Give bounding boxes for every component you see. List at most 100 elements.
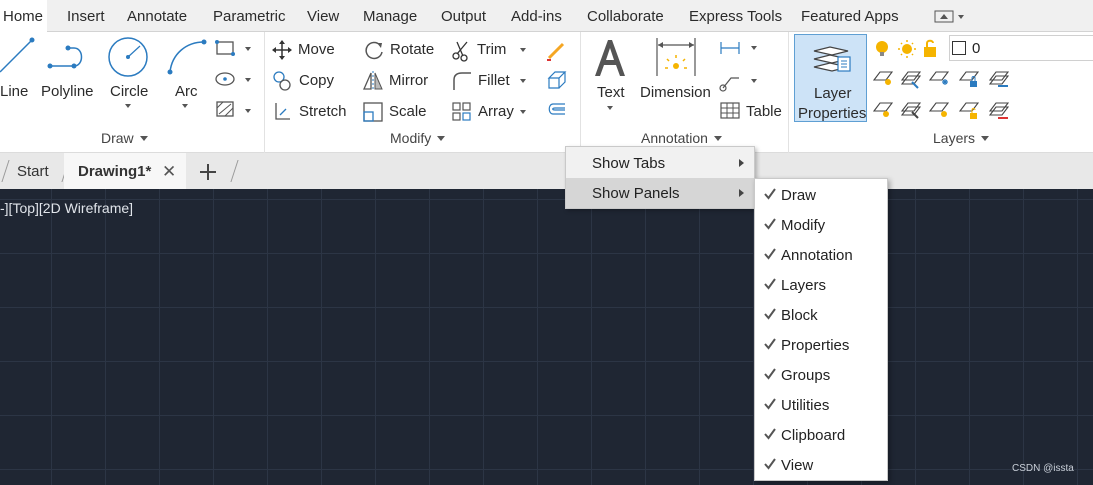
chevron-right-icon (739, 189, 748, 197)
tab-view[interactable]: View (307, 0, 339, 32)
polyline-label[interactable]: Polyline (41, 84, 94, 100)
trim-dropdown[interactable] (520, 48, 526, 55)
text-icon[interactable] (592, 38, 628, 78)
close-icon[interactable]: ✕ (162, 153, 176, 190)
panel-divider (580, 32, 581, 153)
arc-tool[interactable] (166, 38, 208, 76)
fillet-dropdown[interactable] (520, 79, 526, 86)
menu-item-show-tabs[interactable]: Show Tabs (566, 148, 754, 178)
trim-button[interactable]: Trim (477, 42, 506, 58)
annotation-panel-title[interactable]: Annotation (641, 130, 722, 146)
submenu-item-label: Layers (781, 277, 827, 294)
move-icon[interactable] (272, 40, 292, 60)
fillet-icon[interactable] (451, 70, 473, 92)
rectangle-tool[interactable] (214, 38, 254, 128)
layers-panel-title[interactable]: Layers (933, 130, 990, 146)
polyline-tool[interactable] (44, 40, 88, 74)
layer-stack-icon (813, 46, 851, 72)
text-dropdown[interactable] (607, 106, 613, 113)
dimension-icon[interactable] (654, 36, 698, 80)
viewport-controls[interactable]: -][Top][2D Wireframe] (0, 200, 133, 216)
drawing-canvas[interactable] (0, 189, 1093, 485)
tab-insert[interactable]: Insert (67, 0, 105, 32)
panel-divider (264, 32, 265, 153)
line-tool[interactable] (0, 36, 40, 76)
tab-separator (1, 160, 10, 182)
mirror-button[interactable]: Mirror (389, 73, 428, 89)
stretch-icon[interactable] (272, 101, 294, 123)
tab-express-tools[interactable]: Express Tools (689, 0, 782, 32)
erase-offset-icons (547, 42, 567, 115)
plus-icon (200, 164, 216, 180)
array-button[interactable]: Array (478, 104, 514, 120)
layer-properties-button[interactable]: Layer Properties (794, 34, 867, 122)
drawing-tab[interactable]: Drawing1* ✕ (64, 153, 186, 189)
rotate-icon[interactable] (363, 40, 385, 62)
ribbon-panels: Line Polyline Circle Arc Draw Move Copy … (0, 32, 1093, 153)
checkmark-icon (764, 428, 776, 440)
line-label[interactable]: Line (0, 84, 28, 100)
circle-tool[interactable] (106, 36, 150, 78)
current-layer-name: 0 (972, 40, 981, 57)
submenu-item-groups[interactable]: Groups (755, 360, 887, 390)
tab-home[interactable]: Home (0, 0, 48, 33)
text-button[interactable]: Text (597, 85, 625, 101)
scale-icon[interactable] (362, 101, 384, 123)
tab-output[interactable]: Output (441, 0, 486, 32)
tab-annotate[interactable]: Annotate (127, 0, 187, 32)
submenu-item-utilities[interactable]: Utilities (755, 390, 887, 420)
array-dropdown[interactable] (520, 110, 526, 117)
submenu-item-label: Modify (781, 217, 826, 234)
submenu-item-block[interactable]: Block (755, 300, 887, 330)
fillet-button[interactable]: Fillet (478, 73, 510, 89)
tab-parametric[interactable]: Parametric (213, 0, 286, 32)
move-button[interactable]: Move (298, 42, 335, 58)
submenu-item-label: Groups (781, 367, 831, 384)
arc-label[interactable]: Arc (175, 84, 198, 100)
copy-button[interactable]: Copy (299, 73, 334, 89)
stretch-button[interactable]: Stretch (299, 104, 347, 120)
copy-icon[interactable] (272, 70, 294, 92)
trim-icon[interactable] (451, 40, 473, 62)
linear-dim-icon[interactable] (719, 38, 759, 98)
rotate-button[interactable]: Rotate (390, 42, 434, 58)
table-button[interactable]: Table (746, 104, 782, 120)
draw-panel-title[interactable]: Draw (101, 130, 148, 146)
chevron-down-icon (713, 136, 722, 145)
table-icon[interactable] (720, 102, 740, 120)
start-tab[interactable]: Start (17, 153, 49, 189)
annotation-panel-label: Annotation (641, 130, 708, 146)
layer-tools-grid[interactable] (872, 68, 1022, 126)
chevron-down-icon (139, 136, 148, 145)
scale-button[interactable]: Scale (389, 104, 427, 120)
submenu-item-modify[interactable]: Modify (755, 210, 887, 240)
submenu-item-label: View (781, 457, 814, 474)
tab-collaborate[interactable]: Collaborate (587, 0, 664, 32)
submenu-item-clipboard[interactable]: Clipboard (755, 420, 887, 450)
ribbon-minimize-button[interactable] (933, 10, 967, 24)
modify-panel-title[interactable]: Modify (390, 130, 446, 146)
mirror-icon[interactable] (362, 70, 384, 92)
tab-featured-apps[interactable]: Featured Apps (801, 0, 899, 32)
polyline-icon (47, 45, 83, 69)
tab-manage[interactable]: Manage (363, 0, 417, 32)
new-tab-button[interactable] (199, 163, 217, 181)
submenu-item-layers[interactable]: Layers (755, 270, 887, 300)
submenu-item-view[interactable]: View (755, 450, 887, 480)
submenu-item-properties[interactable]: Properties (755, 330, 887, 360)
submenu-item-annotation[interactable]: Annotation (755, 240, 887, 270)
circle-label[interactable]: Circle (110, 84, 148, 100)
circle-dropdown[interactable] (125, 104, 131, 111)
submenu-item-draw[interactable]: Draw (755, 180, 887, 210)
panel-toggle-icon (934, 10, 964, 23)
layer-dropdown[interactable]: 0 (949, 35, 1093, 61)
dimension-button[interactable]: Dimension (640, 85, 711, 101)
array-icon[interactable] (451, 101, 473, 123)
modify-small-icons[interactable] (545, 38, 569, 124)
checkmark-icon (764, 458, 776, 470)
layer-state-icons[interactable] (874, 39, 950, 61)
arc-dropdown[interactable] (182, 104, 188, 111)
menu-item-show-panels[interactable]: Show Panels (566, 178, 754, 208)
arc-icon (167, 39, 207, 75)
tab-add-ins[interactable]: Add-ins (511, 0, 562, 32)
